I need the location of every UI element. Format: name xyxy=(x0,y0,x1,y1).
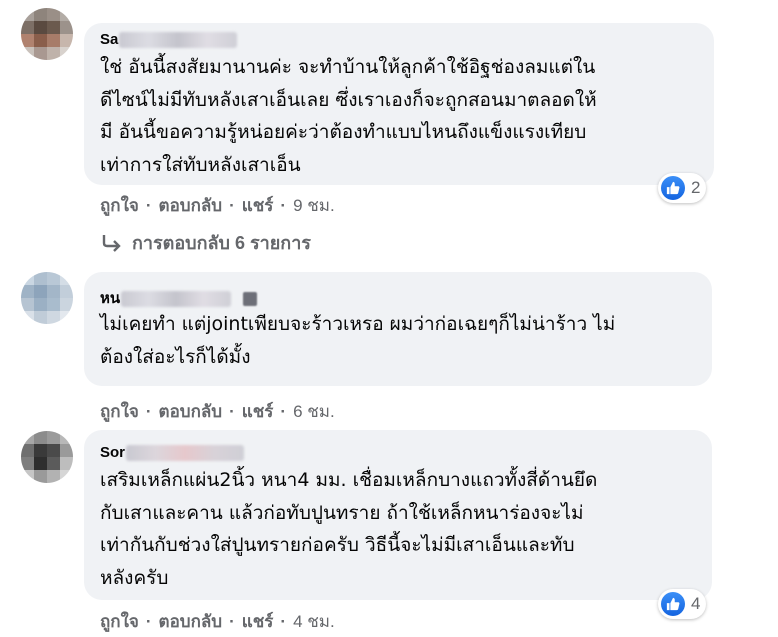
comment-text: เสริมเหล็กแผ่น2นิ้ว หนา4 มม. เชื่อมเหล็ก… xyxy=(100,469,598,589)
comment-bubble: Sor เสริมเหล็กแผ่น2นิ้ว หนา4 มม. เชื่อมเ… xyxy=(84,430,712,600)
separator: · xyxy=(229,195,235,215)
separator: · xyxy=(280,611,287,631)
like-action[interactable]: ถูกใจ xyxy=(100,608,139,635)
separator: · xyxy=(280,401,287,421)
share-action[interactable]: แชร์ xyxy=(242,398,274,425)
reaction-count: 2 xyxy=(691,178,701,197)
comment-bubble: Sa ใช่ อันนี้สงสัยมานานค่ะ จะทำบ้านให้ลู… xyxy=(84,23,714,185)
avatar[interactable] xyxy=(21,272,73,324)
blurred-name xyxy=(121,291,232,307)
separator: · xyxy=(145,195,152,215)
reply-arrow-icon xyxy=(102,234,121,252)
reaction-summary[interactable]: 4 xyxy=(658,589,707,619)
reply-action[interactable]: ตอบกลับ xyxy=(159,608,223,635)
comment-actions: ถูกใจ · ตอบกลับ · แชร์ · 6 ชม. xyxy=(100,398,335,425)
comment-actions: ถูกใจ · ตอบกลับ · แชร์ · 4 ชม. xyxy=(100,608,335,635)
avatar[interactable] xyxy=(21,8,73,60)
like-action[interactable]: ถูกใจ xyxy=(100,398,139,425)
author-name[interactable]: Sa xyxy=(100,31,118,49)
timestamp[interactable]: 4 ชม. xyxy=(293,608,335,635)
author-name[interactable]: Sor xyxy=(100,444,125,462)
reaction-summary[interactable]: 2 xyxy=(658,173,707,203)
separator: · xyxy=(280,195,287,215)
view-replies-link[interactable]: การตอบกลับ 6 รายการ xyxy=(100,228,311,257)
separator: · xyxy=(145,401,152,421)
separator: · xyxy=(145,611,152,631)
share-action[interactable]: แชร์ xyxy=(242,192,274,219)
reaction-count: 4 xyxy=(691,594,701,613)
reply-action[interactable]: ตอบกลับ xyxy=(159,192,223,219)
blurred-name xyxy=(119,32,238,48)
blurred-name xyxy=(126,445,245,461)
share-action[interactable]: แชร์ xyxy=(242,608,274,635)
comment-text: ใช่ อันนี้สงสัยมานานค่ะ จะทำบ้านให้ลูกค้… xyxy=(100,56,597,176)
separator: · xyxy=(229,611,235,631)
like-icon xyxy=(661,176,685,200)
like-icon xyxy=(661,592,685,616)
timestamp[interactable]: 9 ชม. xyxy=(293,192,335,219)
avatar[interactable] xyxy=(21,431,73,483)
comment-text: ไม่เคยทำ แต่jointเพียบจะร้าวเหรอ ผมว่าก่… xyxy=(100,313,616,368)
blurred-badge xyxy=(243,292,258,306)
comment-author[interactable]: Sa xyxy=(100,31,698,49)
comment-author[interactable]: หน xyxy=(100,290,696,308)
comment-author[interactable]: Sor xyxy=(100,444,696,462)
comment-actions: ถูกใจ · ตอบกลับ · แชร์ · 9 ชม. xyxy=(100,192,335,219)
separator: · xyxy=(229,401,235,421)
comment-bubble: หน ไม่เคยทำ แต่jointเพียบจะร้าวเหรอ ผมว่… xyxy=(84,272,712,386)
reply-action[interactable]: ตอบกลับ xyxy=(159,398,223,425)
replies-label[interactable]: การตอบกลับ 6 รายการ xyxy=(132,228,311,257)
timestamp[interactable]: 6 ชม. xyxy=(293,398,335,425)
like-action[interactable]: ถูกใจ xyxy=(100,192,139,219)
author-name[interactable]: หน xyxy=(100,290,120,308)
